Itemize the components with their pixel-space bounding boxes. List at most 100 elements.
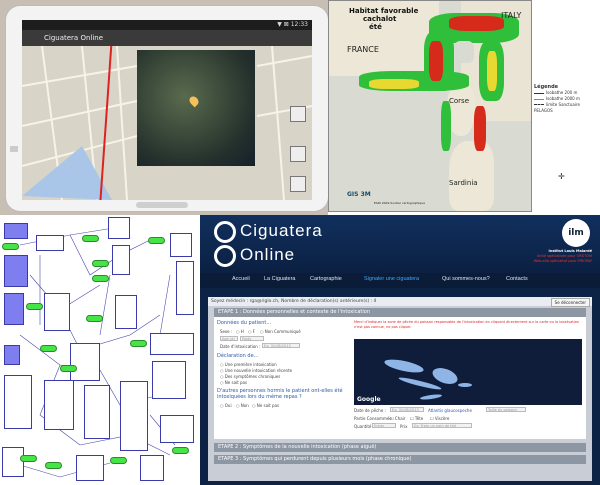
content-panel: Soyez médecin : rga@riglo.ch, Nombre de … (208, 297, 592, 481)
island-shape (383, 356, 425, 376)
entity-table (120, 381, 148, 451)
gis-logo: GIS 3M (347, 191, 371, 198)
nav-la-ciguatera[interactable]: La Ciguatera (264, 276, 296, 282)
relation-node (172, 447, 189, 454)
chair-checkbox[interactable]: ☐ Chair (390, 416, 405, 421)
date-peche-input[interactable]: Ex: 31/08/2013 (390, 407, 424, 412)
institute-info: Institut Louis Malardé Unité spécialisée… (533, 249, 592, 263)
others-ne-sait-pas[interactable]: ○ Ne sait pas (252, 403, 279, 408)
heat-zone (449, 16, 504, 31)
declaration-option-1[interactable]: ○ Une première intoxication (220, 362, 277, 367)
entity-table (140, 455, 164, 481)
entity-table (2, 447, 24, 477)
heat-zone (369, 79, 419, 89)
logo-c-icon (214, 221, 236, 243)
label-sardinia: Sardinia (449, 179, 478, 187)
brand-line1: Ciguatera (240, 221, 323, 240)
relation-node (20, 455, 37, 462)
sexe-option-nc[interactable]: ○ Non Communiqué (260, 329, 301, 334)
nav-accueil[interactable]: Accueil (232, 276, 250, 282)
database-diagram (0, 215, 200, 485)
label-france: FRANCE (347, 45, 379, 54)
relation-node (60, 365, 77, 372)
entity-table (4, 375, 32, 429)
sexe-label: Sexe : (220, 329, 233, 334)
entity-table (150, 333, 194, 355)
brand-line2: Online (240, 245, 296, 264)
sexe-option-f[interactable]: ○ F (248, 329, 255, 334)
site-banner: Ciguatera Online ilm Institut Louis Mala… (200, 215, 600, 273)
heat-zone (429, 41, 443, 81)
relation-node (26, 303, 43, 310)
nav-contacts[interactable]: Contacts (506, 276, 528, 282)
trash-icon[interactable] (290, 106, 306, 122)
others-oui[interactable]: ○ Oui (220, 403, 232, 408)
sexe-option-h[interactable]: ○ H (236, 329, 244, 334)
main-nav: Accueil La Ciguatera Cartographie Signal… (200, 273, 600, 288)
relation-node (86, 315, 103, 322)
others-non[interactable]: ○ Non (236, 403, 249, 408)
visceres-checkbox[interactable]: ☐ Viscère (430, 416, 449, 421)
label-corse: Corse (449, 97, 470, 105)
island-shape (419, 393, 443, 401)
date-intox-input[interactable]: Ex: 31/08/2013 (262, 343, 300, 348)
tete-checkbox[interactable]: ☐ Tête (410, 416, 423, 421)
logo-o-icon (214, 245, 236, 267)
more-icon[interactable] (290, 176, 306, 192)
google-logo: Google (357, 396, 381, 403)
ciguatera-website: Ciguatera Online ilm Institut Louis Mala… (200, 215, 600, 485)
status-bar: ▼ ⊠ 12:33 (22, 20, 312, 30)
tablet-photo: ▼ ⊠ 12:33 Ciguatera Online (0, 0, 328, 215)
entity-table (160, 415, 194, 443)
map-legend: Légende Isobathe 200 m Isobathe 2000 m l… (534, 84, 580, 113)
step2-header[interactable]: ETAPE 2 : Symptômes de la nouvelle intox… (214, 443, 586, 452)
breadcrumb: Soyez médecin : rga@riglo.ch, Nombre de … (208, 297, 592, 306)
date-peche-label: Date de pêche : (354, 408, 386, 413)
tablet-side-button (10, 146, 18, 152)
taille-select[interactable]: Taille du poisson (486, 407, 526, 412)
nav-qui-sommes-nous[interactable]: Qui sommes-nous? (442, 276, 490, 282)
habitat-map: Habitat favorable cachalot été FRANCE IT… (328, 0, 532, 212)
relation-node (148, 237, 165, 244)
relation-node (92, 260, 109, 267)
declaration-section-title: Déclaration de... (217, 353, 259, 359)
seller-input[interactable]: Ex: Frem un nom de fait (412, 423, 472, 428)
heat-zone (441, 101, 451, 151)
tablet-screen: ▼ ⊠ 12:33 Ciguatera Online (22, 20, 312, 200)
institute-logo[interactable]: ilm (562, 219, 590, 247)
entity-table (70, 343, 100, 381)
entier-select[interactable]: Entier (372, 423, 396, 428)
poids-input[interactable]: Poids (240, 336, 264, 341)
source-note: ESRI 2009 Soutier cartographique (374, 201, 425, 205)
step3-header[interactable]: ETAPE 3 : Symptômes qui perdurent depuis… (214, 455, 586, 464)
entity-header (4, 223, 28, 239)
relation-node (45, 462, 62, 469)
species-link[interactable]: Atlantis glaucospeche (428, 408, 472, 413)
logout-button[interactable]: Se déconnecter (550, 298, 590, 307)
grid-icon[interactable] (290, 146, 306, 162)
nav-cartographie[interactable]: Cartographie (310, 276, 342, 282)
island-shape (458, 383, 472, 387)
home-button[interactable] (136, 202, 188, 208)
tablet-device: ▼ ⊠ 12:33 Ciguatera Online (6, 6, 328, 211)
step1-header[interactable]: ETAPE 1 : Données personnelles et contex… (214, 308, 586, 317)
nav-signaler[interactable]: Signaler une ciguatera (364, 276, 419, 282)
entity-table (176, 261, 194, 315)
entity-table (170, 233, 192, 257)
declaration-option-2[interactable]: ○ Une nouvelle intoxication récente (220, 368, 292, 373)
label-italy: ITALY (501, 11, 522, 20)
relation-node (2, 243, 19, 250)
step1-form: Données du patient... Sexe : ○ H ○ F ○ N… (214, 317, 586, 439)
entity-header (4, 345, 20, 365)
map-view[interactable] (22, 46, 312, 200)
age-input[interactable]: Age (a) (220, 336, 238, 341)
google-map[interactable]: Google (354, 339, 582, 405)
entity-table (84, 385, 110, 439)
entity-table (112, 245, 130, 275)
entity-table (152, 361, 186, 399)
others-question: D'autres personnes hormis le patient ont… (217, 388, 343, 400)
patient-section-title: Données du patient... (217, 320, 272, 326)
entity-table (76, 455, 104, 481)
declaration-option-4[interactable]: ○ Ne sait pas (220, 380, 247, 385)
declaration-option-3[interactable]: ○ Des symptômes chroniques (220, 374, 280, 379)
